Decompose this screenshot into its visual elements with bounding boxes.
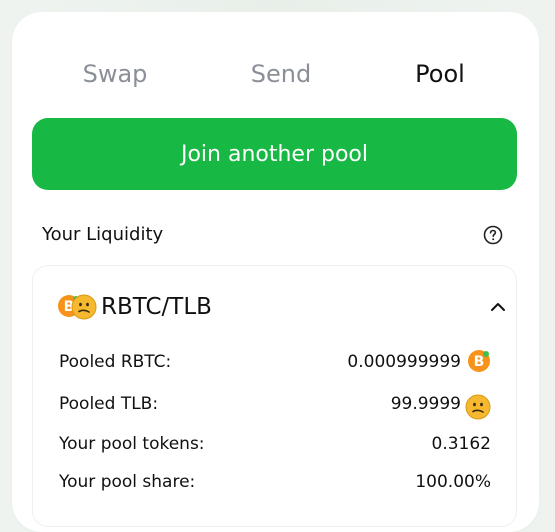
pooled-rbtc-value: 0.000999999 [347, 352, 461, 372]
pooled-tlb-value: 99.9999 [390, 394, 461, 414]
pool-card: Swap Send Pool Join another pool Your Li… [12, 12, 539, 532]
question-circle-icon[interactable] [483, 225, 503, 245]
tlb-token-icon [465, 394, 491, 420]
tlb-token-icon [71, 294, 97, 320]
join-another-pool-button[interactable]: Join another pool [32, 118, 517, 190]
pool-share-row: Your pool share: 100.00% [59, 468, 491, 496]
svg-text:B: B [474, 354, 485, 370]
tab-send[interactable]: Send [251, 56, 311, 92]
pooled-rbtc-label: Pooled RBTC: [59, 352, 172, 372]
pool-tokens-row: Your pool tokens: 0.3162 [59, 430, 491, 458]
tab-pool[interactable]: Pool [415, 56, 465, 92]
chevron-up-icon[interactable] [487, 296, 509, 318]
pool-pair-label: RBTC/TLB [101, 294, 212, 320]
tab-bar: Swap Send Pool [12, 56, 539, 96]
pool-share-value: 100.00% [415, 472, 491, 492]
your-liquidity-heading: Your Liquidity [42, 224, 164, 245]
pooled-tlb-row: Pooled TLB: 99.9999 [59, 390, 491, 420]
tab-swap[interactable]: Swap [83, 56, 148, 92]
pool-position-card: B RBTC/TLB Pooled RBTC: 0.000999999 B Po… [32, 265, 517, 527]
pooled-rbtc-row: Pooled RBTC: 0.000999999 B [59, 348, 491, 376]
pooled-tlb-label: Pooled TLB: [59, 394, 159, 414]
rbtc-token-icon: B [468, 350, 490, 372]
pool-pair-header[interactable]: B RBTC/TLB [57, 292, 505, 322]
pool-share-label: Your pool share: [59, 472, 196, 492]
pool-tokens-label: Your pool tokens: [59, 434, 205, 454]
pool-tokens-value: 0.3162 [431, 434, 491, 454]
